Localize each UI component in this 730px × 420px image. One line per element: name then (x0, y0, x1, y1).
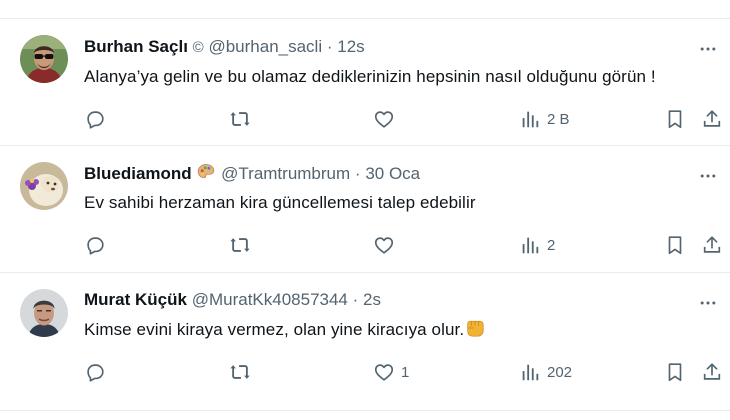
avatar-image (20, 35, 68, 83)
oncoming-fist-icon (464, 318, 486, 345)
tweet-text: Ev sahibi herzaman kira güncellemesi tal… (84, 193, 476, 212)
retweet-icon (230, 112, 250, 126)
more-icon[interactable] (696, 291, 720, 315)
tweet[interactable]: Bluediamond @Tramtrumbrum · 30 Oca Ev sa… (0, 146, 730, 272)
tweet-header: Murat Küçük @MuratKk40857344 · 2s (84, 288, 381, 312)
retweet-button[interactable] (229, 233, 251, 257)
avatar-image (20, 289, 68, 337)
avatar[interactable] (20, 162, 68, 210)
timestamp[interactable]: 2s (363, 290, 381, 309)
views-button[interactable]: 2 B (519, 107, 570, 131)
avatar-image (20, 162, 68, 210)
more-icon[interactable] (696, 37, 720, 61)
views-count: 2 (547, 236, 556, 254)
bookmark-button[interactable] (664, 233, 686, 257)
more-icon[interactable] (696, 164, 720, 188)
like-count: 1 (401, 363, 410, 381)
tweet-header: Bluediamond @Tramtrumbrum · 30 Oca (84, 162, 420, 186)
share-button[interactable] (701, 233, 723, 257)
action-bar: 2 B (0, 107, 730, 131)
tweet[interactable]: Murat Küçük @MuratKk40857344 · 2s Kimse … (0, 273, 730, 410)
user-handle[interactable]: @MuratKk40857344 (192, 290, 348, 309)
bookmark-button[interactable] (664, 107, 686, 131)
like-icon (374, 237, 394, 254)
retweet-icon (230, 365, 250, 379)
bookmark-icon (668, 110, 682, 129)
reply-icon (87, 237, 104, 255)
separator-dot: · (352, 290, 359, 309)
bookmark-icon (668, 236, 682, 255)
avatar[interactable] (20, 289, 68, 337)
tweet-text: Kimse evini kiraya vermez, olan yine kir… (84, 320, 465, 339)
views-icon (522, 364, 539, 381)
separator-dot: · (354, 164, 361, 183)
reply-button[interactable] (84, 233, 106, 257)
divider (0, 410, 730, 411)
artist-palette-icon (196, 162, 216, 189)
tweet-header: Burhan Saçlı © @burhan_sacli · 12s (84, 35, 365, 59)
like-button[interactable] (373, 107, 401, 131)
tweet[interactable]: Burhan Saçlı © @burhan_sacli · 12s Alany… (0, 19, 730, 145)
bookmark-button[interactable] (664, 360, 686, 384)
share-icon (703, 110, 721, 127)
tweet-text-container: Kimse evini kiraya vermez, olan yine kir… (84, 318, 486, 345)
share-icon (703, 236, 721, 253)
views-count: 2 B (547, 110, 570, 128)
display-name[interactable]: Burhan Saçlı (84, 37, 188, 56)
reply-icon (87, 111, 104, 129)
user-handle[interactable]: @Tramtrumbrum (221, 164, 350, 183)
action-bar: 1 202 (0, 360, 730, 384)
share-icon (703, 363, 721, 380)
retweet-icon (230, 238, 250, 252)
retweet-button[interactable] (229, 107, 251, 131)
display-name[interactable]: Murat Küçük (84, 290, 187, 309)
views-button[interactable]: 202 (519, 360, 572, 384)
display-name[interactable]: Bluediamond (84, 164, 192, 183)
like-icon (374, 111, 394, 128)
retweet-button[interactable] (229, 360, 251, 384)
views-button[interactable]: 2 (519, 233, 555, 257)
action-bar: 2 (0, 233, 730, 257)
avatar[interactable] (20, 35, 68, 83)
like-button[interactable] (373, 233, 401, 257)
copyright-badge: © (192, 39, 204, 56)
reply-button[interactable] (84, 107, 106, 131)
share-button[interactable] (701, 360, 723, 384)
user-handle[interactable]: @burhan_sacli (208, 37, 322, 56)
separator-dot: · (326, 37, 333, 56)
reply-icon (87, 364, 104, 382)
views-icon (522, 111, 539, 128)
like-button[interactable]: 1 (373, 360, 409, 384)
views-icon (522, 237, 539, 254)
bookmark-icon (668, 363, 682, 382)
like-icon (374, 364, 394, 381)
timestamp[interactable]: 30 Oca (365, 164, 420, 183)
views-count: 202 (547, 363, 573, 381)
tweet-text: Alanya’ya gelin ve bu olamaz dediklerini… (84, 67, 656, 86)
share-button[interactable] (701, 107, 723, 131)
reply-button[interactable] (84, 360, 106, 384)
timestamp[interactable]: 12s (337, 37, 364, 56)
